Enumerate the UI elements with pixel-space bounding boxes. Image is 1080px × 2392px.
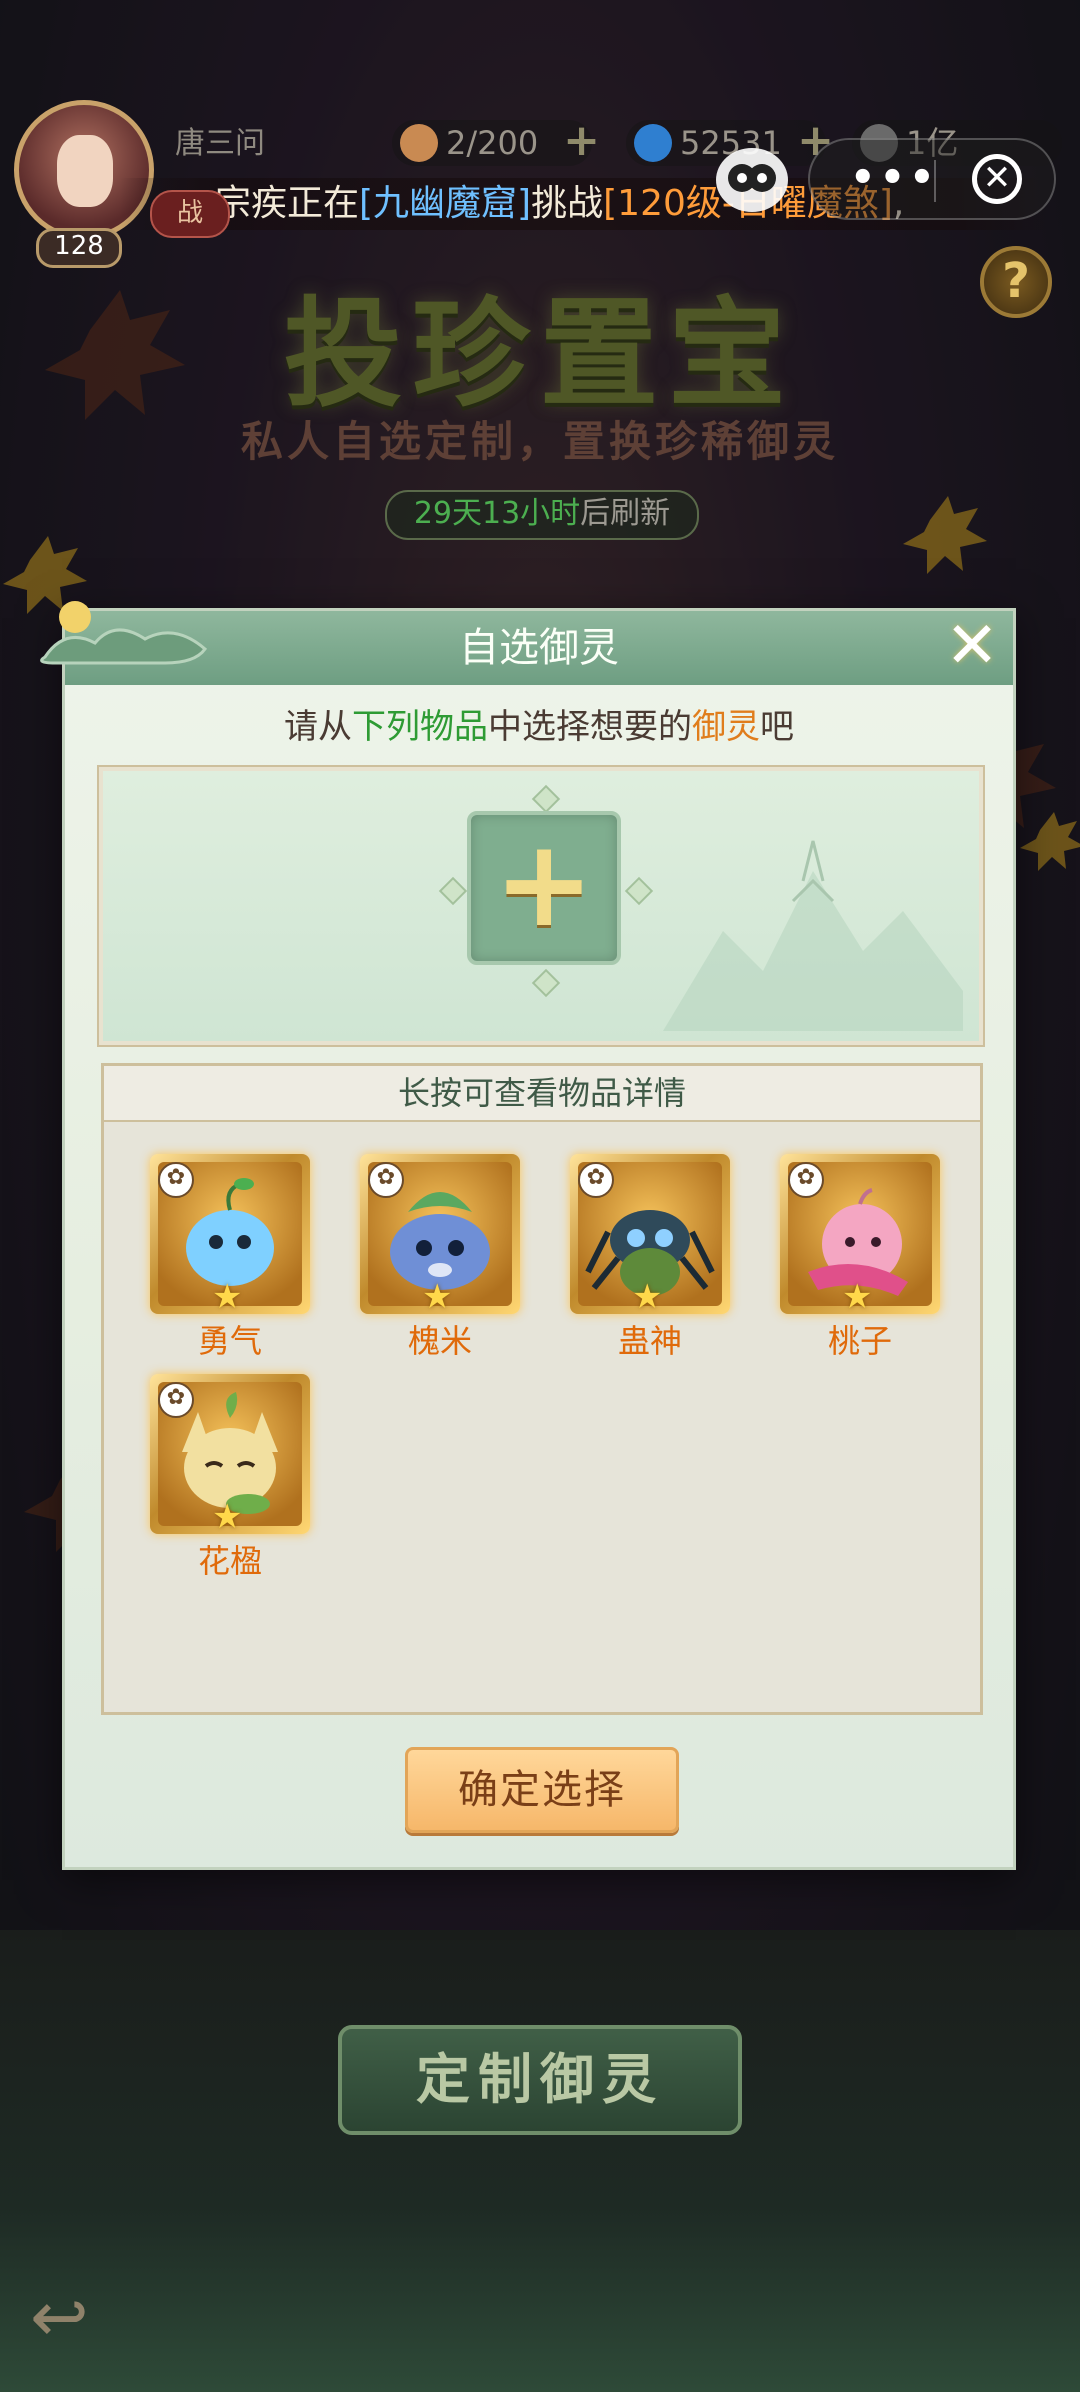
player-name: 唐三问 (175, 126, 265, 161)
battle-tag[interactable]: 战 (150, 190, 230, 238)
mini-program-capsule: ••• ✕ (808, 138, 1056, 220)
avatar-face (57, 135, 113, 207)
mini-program-icon[interactable] (716, 148, 788, 212)
gold-icon (634, 124, 672, 162)
dialog-title: 自选御灵 (459, 625, 619, 671)
stamina-value: 2/200 (446, 124, 539, 162)
confirm-selection-button[interactable]: 确定选择 (405, 1747, 679, 1833)
mountain-painting-decoration (663, 840, 963, 1031)
item-frame: ✿ ★ (150, 1154, 310, 1314)
item-frame: ✿ ★ (570, 1154, 730, 1314)
refresh-suffix: 后刷新 (580, 496, 671, 531)
stamina-add-button[interactable]: + (563, 118, 600, 164)
spirit-list-panel: 长按可查看物品详情 ✿ ★ 勇气 ✿ ★ 槐米 ✿ ★ 蛊神 ✿ ★ 桃子 ✿ … (101, 1063, 983, 1715)
mini-program-logo-icon (728, 164, 776, 192)
star-icon: ★ (212, 1277, 243, 1317)
star-icon: ★ (842, 1277, 873, 1317)
prompt-part-e: 吧 (760, 707, 794, 747)
bottom-band (0, 1930, 1080, 2392)
slot-diamond-top (531, 784, 561, 814)
prompt-part-a: 请从 (284, 707, 352, 747)
add-icon: + (493, 815, 595, 954)
select-spirit-dialog: 自选御灵 ✕ 请从下列物品中选择想要的御灵吧 + 长按可查看物品详情 ✿ ★ 勇… (40, 601, 1016, 1870)
star-icon: ★ (632, 1277, 663, 1317)
more-options-icon[interactable]: ••• (850, 158, 939, 198)
close-app-icon[interactable]: ✕ (972, 154, 1022, 204)
item-frame: ✿ ★ (150, 1374, 310, 1534)
star-icon: ★ (212, 1497, 243, 1537)
selection-area: + (97, 765, 985, 1047)
ticker-action: 挑战 (531, 183, 604, 224)
stamina-resource: 2/200 + (392, 118, 600, 166)
paw-icon: ✿ (578, 1162, 614, 1198)
star-icon: ★ (422, 1277, 453, 1317)
slot-diamond-left (438, 876, 468, 906)
back-arrow-icon[interactable]: ↩ (30, 2282, 130, 2352)
prompt-part-c: 中选择想要的 (488, 707, 692, 747)
paw-icon: ✿ (368, 1162, 404, 1198)
paw-icon: ✿ (158, 1162, 194, 1198)
item-name: 蛊神 (617, 1322, 682, 1360)
prompt-spirit-highlight: 御灵 (692, 707, 760, 747)
event-title: 投珍置宝 (283, 284, 796, 423)
capsule-divider (934, 160, 936, 202)
ticker-player: 宗疾正在 (215, 183, 360, 224)
item-name: 花楹 (197, 1542, 262, 1580)
slot-diamond-right (624, 876, 654, 906)
refresh-timer: 29天13小时后刷新 (385, 490, 699, 540)
item-name: 桃子 (827, 1322, 892, 1360)
paw-icon: ✿ (158, 1382, 194, 1418)
custom-spirit-button[interactable]: 定制御灵 (338, 2025, 742, 2135)
event-subtitle: 私人自选定制，置换珍稀御灵 (240, 417, 839, 466)
slot-diamond-bottom (531, 968, 561, 998)
list-hint: 长按可查看物品详情 (104, 1066, 980, 1122)
item-name: 勇气 (197, 1322, 262, 1360)
item-frame: ✿ ★ (780, 1154, 940, 1314)
selected-spirit-slot[interactable]: + (467, 811, 621, 965)
paw-icon: ✿ (788, 1162, 824, 1198)
dialog-prompt: 请从下列物品中选择想要的御灵吧 (65, 699, 1013, 748)
refresh-countdown: 29天13小时 (413, 496, 581, 531)
item-frame: ✿ ★ (360, 1154, 520, 1314)
prompt-items-highlight: 下列物品 (352, 707, 488, 747)
dialog-close-icon[interactable]: ✕ (943, 614, 1001, 678)
ticker-dungeon: [九幽魔窟] (359, 183, 532, 224)
bun-icon (400, 124, 438, 162)
item-name: 槐米 (407, 1322, 472, 1360)
